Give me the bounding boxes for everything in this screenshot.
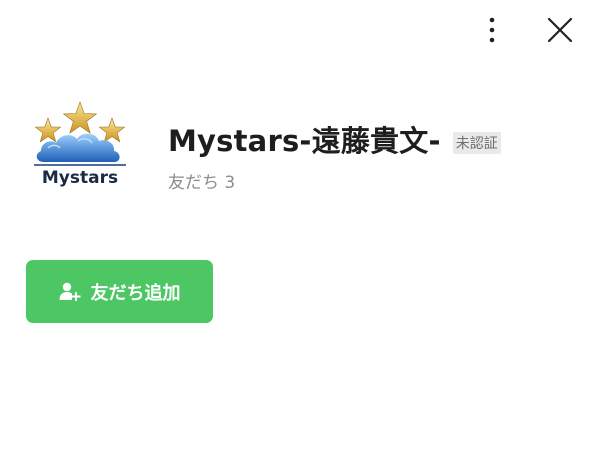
add-friend-button[interactable]: 友だち追加	[26, 260, 213, 323]
verification-badge: 未認証	[452, 132, 501, 154]
account-name: Mystars-遠藤貴文-	[168, 124, 441, 158]
name-row: Mystars-遠藤貴文- 未認証	[168, 118, 501, 160]
friends-count[interactable]: 友だち 3	[168, 168, 501, 193]
top-actions	[476, 14, 576, 46]
close-icon	[547, 17, 573, 43]
close-button[interactable]	[544, 14, 576, 46]
star-icon	[62, 101, 98, 134]
add-user-icon	[59, 281, 81, 303]
profile-header: Mystars Mystars-遠藤貴文- 未認証 友だち 3	[26, 96, 501, 193]
more-options-button[interactable]	[476, 14, 508, 46]
more-vertical-icon	[489, 17, 495, 43]
cloud-icon	[34, 133, 126, 166]
star-icon	[98, 117, 126, 143]
star-icon	[34, 117, 62, 143]
profile-info: Mystars-遠藤貴文- 未認証 友だち 3	[168, 118, 501, 193]
avatar[interactable]: Mystars	[26, 96, 134, 190]
add-friend-label: 友だち追加	[90, 282, 181, 304]
logo-text: Mystars	[42, 168, 118, 188]
